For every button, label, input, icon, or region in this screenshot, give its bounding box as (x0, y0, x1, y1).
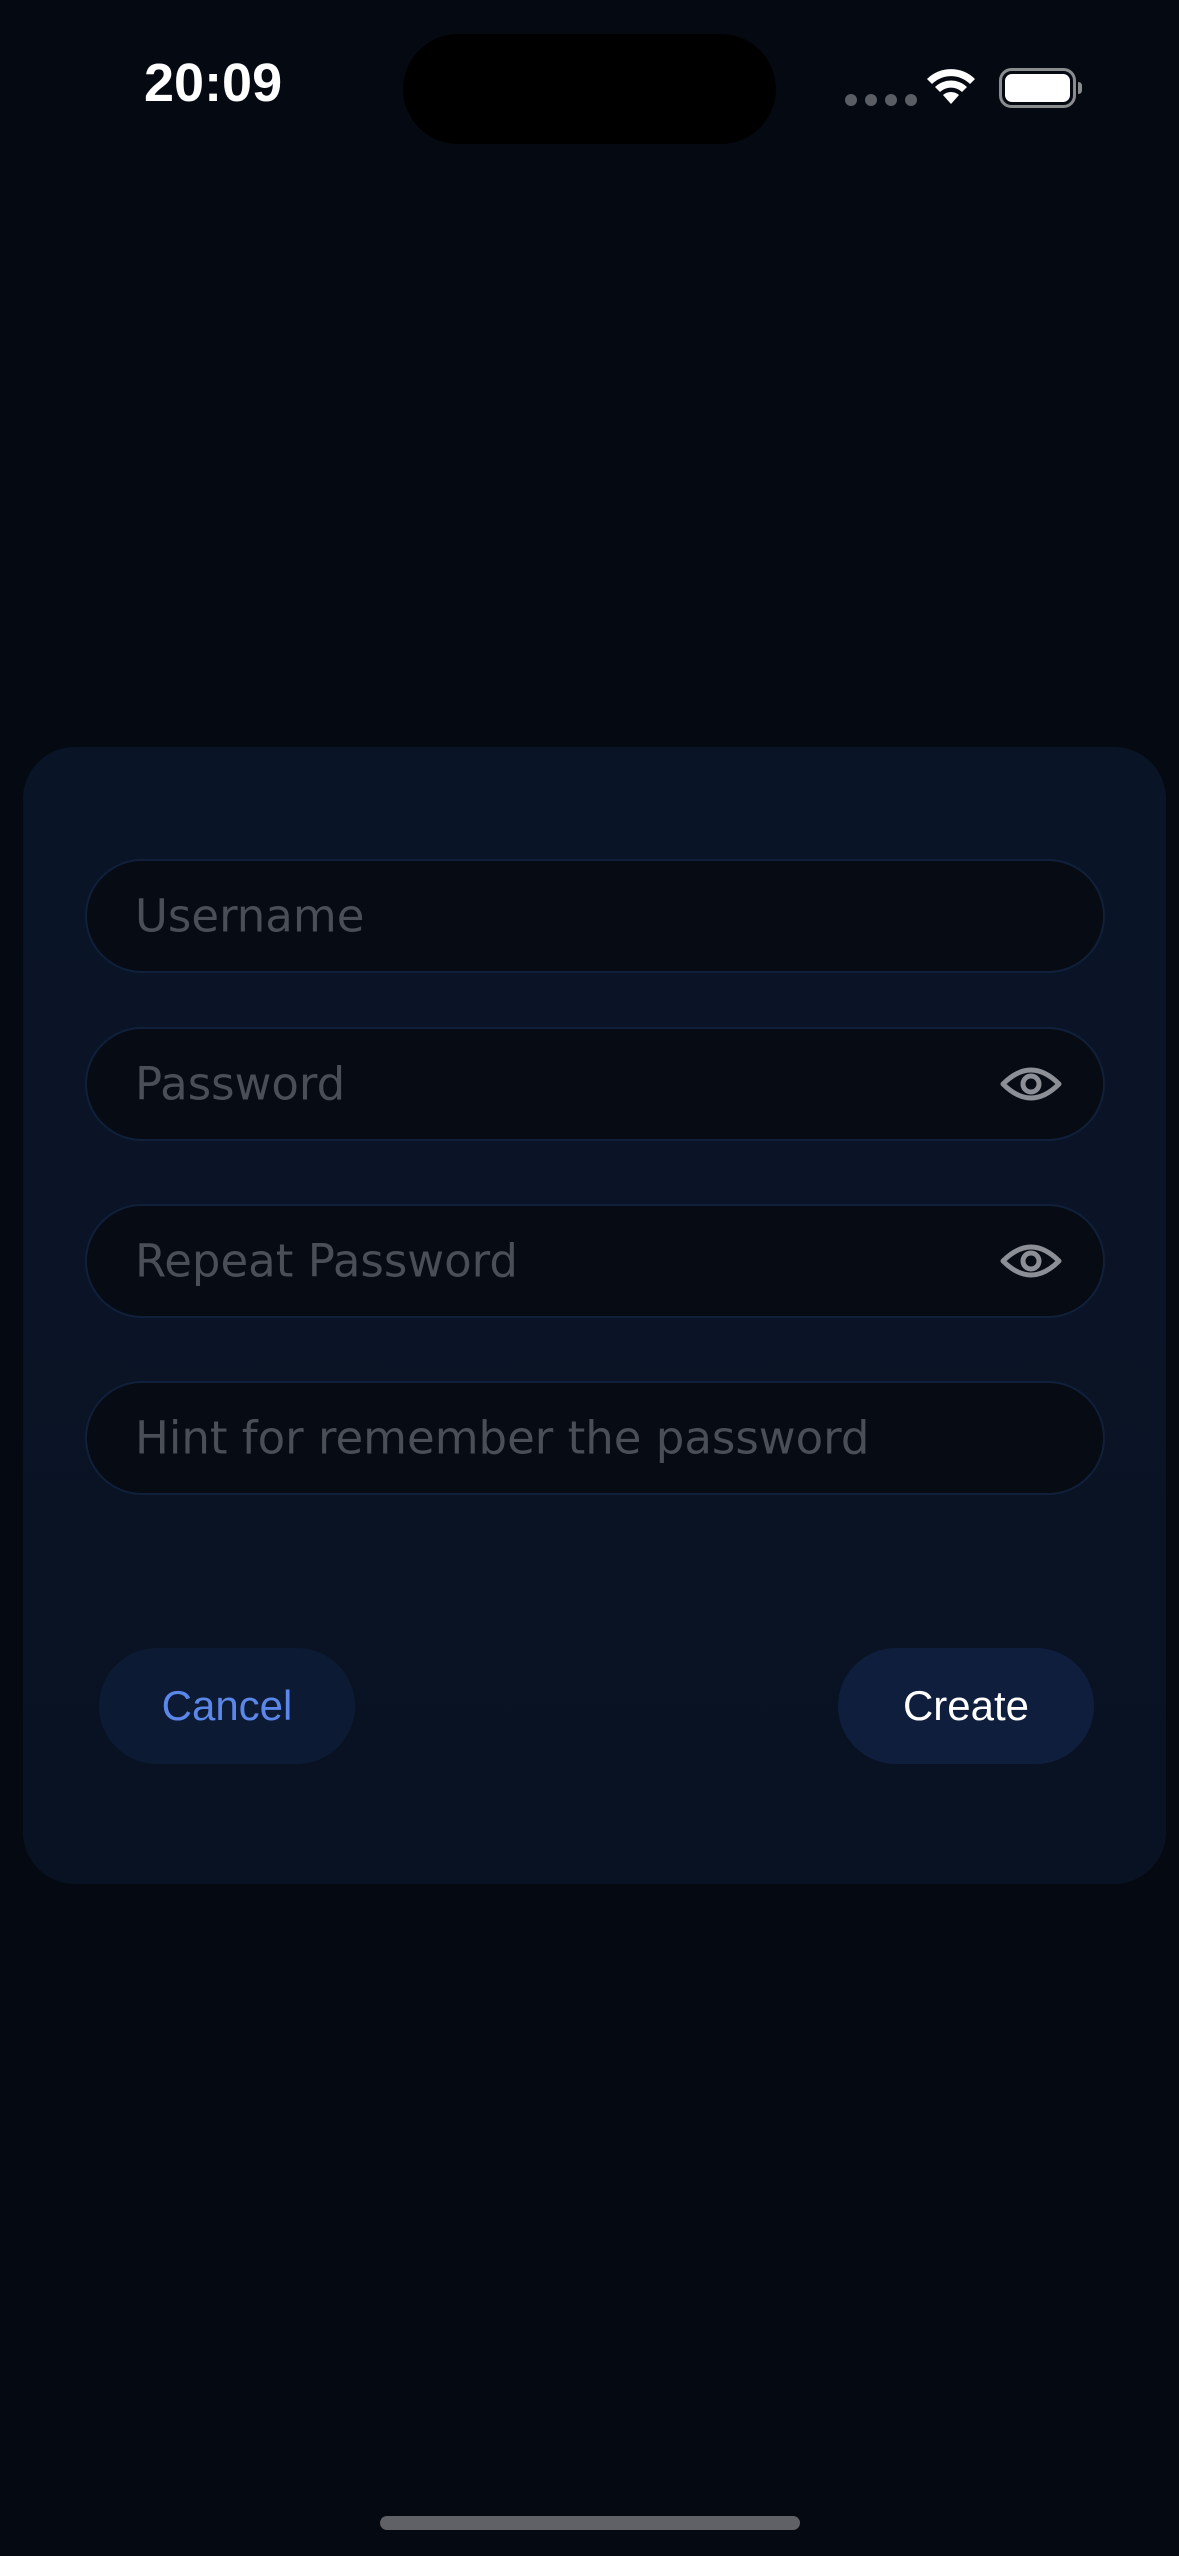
create-account-dialog: Username Password Repeat Password Hint f… (23, 747, 1166, 1884)
password-hint-field[interactable]: Hint for remember the password (85, 1381, 1105, 1495)
username-field[interactable]: Username (85, 859, 1105, 973)
signal-icon (845, 94, 917, 106)
screen: 20:09 Username Password Repeat Password (0, 0, 1179, 2556)
password-field[interactable]: Password (85, 1027, 1105, 1141)
home-indicator[interactable] (380, 2516, 800, 2530)
dynamic-island (403, 34, 776, 144)
password-hint-placeholder: Hint for remember the password (135, 1411, 870, 1465)
wifi-icon (927, 69, 975, 104)
password-placeholder: Password (135, 1057, 346, 1111)
create-button[interactable]: Create (838, 1648, 1094, 1764)
eye-icon[interactable] (999, 1237, 1063, 1285)
repeat-password-placeholder: Repeat Password (135, 1234, 518, 1288)
battery-icon (999, 68, 1082, 108)
status-time: 20:09 (144, 53, 283, 113)
username-placeholder: Username (135, 889, 365, 943)
repeat-password-field[interactable]: Repeat Password (85, 1204, 1105, 1318)
cancel-button[interactable]: Cancel (99, 1648, 355, 1764)
eye-icon[interactable] (999, 1060, 1063, 1108)
